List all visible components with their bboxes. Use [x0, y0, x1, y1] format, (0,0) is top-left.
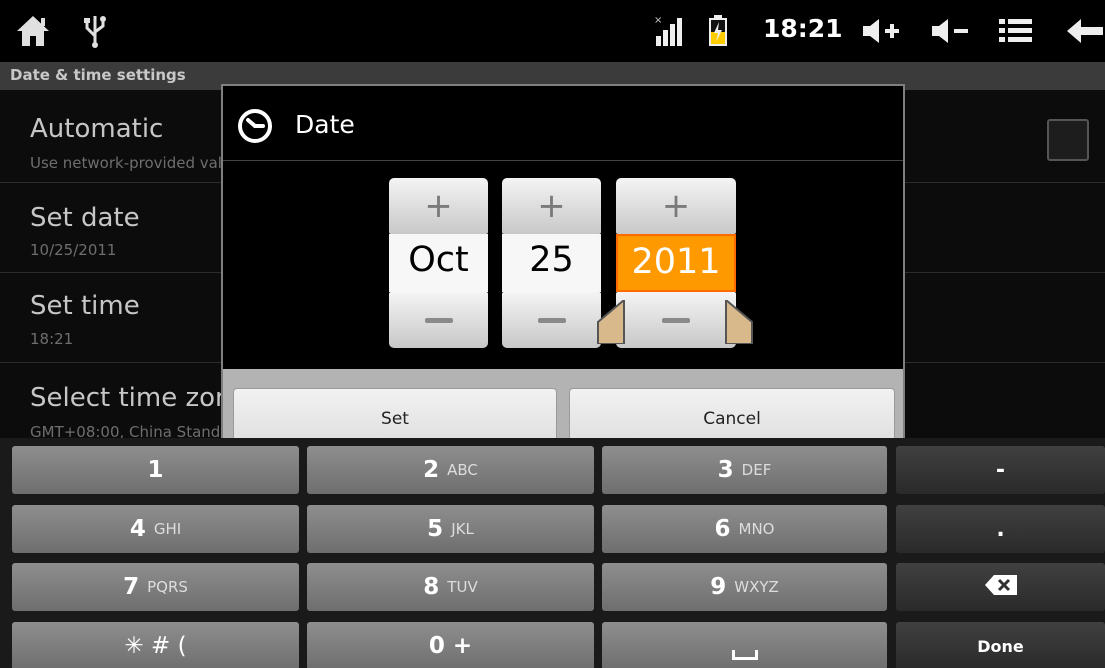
minus-icon: [537, 317, 566, 323]
cancel-button[interactable]: Cancel: [569, 388, 895, 438]
day-increment-button[interactable]: +: [502, 178, 601, 234]
month-decrement-button[interactable]: [389, 292, 488, 348]
key-dash[interactable]: -: [896, 446, 1105, 494]
setting-title: Set time: [30, 291, 140, 321]
automatic-checkbox[interactable]: [1047, 119, 1089, 161]
key-9[interactable]: 9 WXYZ: [602, 563, 887, 611]
minus-icon: [662, 317, 690, 323]
month-picker: + Oct: [389, 178, 488, 348]
setting-subtitle: Use network-provided values: [30, 154, 249, 172]
clock-icon: [237, 108, 273, 144]
numeric-keyboard: 1 2 ABC 3 DEF - 4 GHI 5 JKL 6 MNO . 7 PQ…: [0, 438, 1105, 668]
volume-up-icon[interactable]: [858, 12, 904, 50]
key-6[interactable]: 6 MNO: [602, 505, 887, 553]
key-0[interactable]: 0 +: [307, 622, 594, 668]
set-button[interactable]: Set: [233, 388, 557, 438]
selection-handle-right-icon[interactable]: [724, 297, 754, 345]
dialog-button-bar: Set Cancel: [223, 369, 903, 438]
key-symbols[interactable]: ✳ # (: [12, 622, 299, 668]
day-picker: + 25: [502, 178, 601, 348]
key-4[interactable]: 4 GHI: [12, 505, 299, 553]
month-increment-button[interactable]: +: [389, 178, 488, 234]
setting-subtitle: 18:21: [30, 330, 74, 348]
setting-subtitle: 10/25/2011: [30, 241, 117, 259]
day-value[interactable]: 25: [502, 234, 601, 292]
dialog-title-bar: Date: [223, 86, 903, 161]
year-value[interactable]: 2011: [616, 234, 736, 292]
battery-charging-icon: [704, 12, 732, 50]
setting-title: Automatic: [30, 114, 164, 144]
volume-down-icon[interactable]: [927, 12, 973, 50]
signal-icon: ×: [650, 12, 686, 50]
month-value[interactable]: Oct: [389, 234, 488, 292]
svg-text:×: ×: [654, 15, 662, 26]
key-2[interactable]: 2 ABC: [307, 446, 594, 494]
back-icon[interactable]: [1064, 12, 1104, 50]
key-space[interactable]: [602, 622, 887, 668]
key-8[interactable]: 8 TUV: [307, 563, 594, 611]
setting-title: Select time zone: [30, 383, 248, 413]
key-5[interactable]: 5 JKL: [307, 505, 594, 553]
key-done[interactable]: Done: [896, 622, 1105, 668]
key-7[interactable]: 7 PQRS: [12, 563, 299, 611]
settings-header-label: Date & time settings: [10, 66, 186, 84]
minus-icon: [424, 317, 453, 323]
dialog-title: Date: [295, 110, 355, 139]
clock-time: 18:21: [763, 14, 843, 43]
usb-icon: [80, 12, 110, 50]
day-decrement-button[interactable]: [502, 292, 601, 348]
key-3[interactable]: 3 DEF: [602, 446, 887, 494]
status-bar: × 18:21: [0, 0, 1105, 62]
key-period[interactable]: .: [896, 505, 1105, 553]
space-icon: [731, 650, 758, 660]
year-decrement-button[interactable]: [616, 292, 736, 348]
backspace-icon: [984, 574, 1018, 600]
key-1[interactable]: 1: [12, 446, 299, 494]
setting-title: Set date: [30, 203, 140, 233]
date-dialog: Date + Oct + 25 + 2011 Set Cancel: [221, 84, 905, 438]
year-picker: + 2011: [616, 178, 736, 348]
key-backspace[interactable]: [896, 563, 1105, 611]
selection-handle-left-icon[interactable]: [596, 297, 626, 345]
year-increment-button[interactable]: +: [616, 178, 736, 234]
menu-icon[interactable]: [996, 12, 1036, 50]
home-icon[interactable]: [12, 12, 54, 50]
